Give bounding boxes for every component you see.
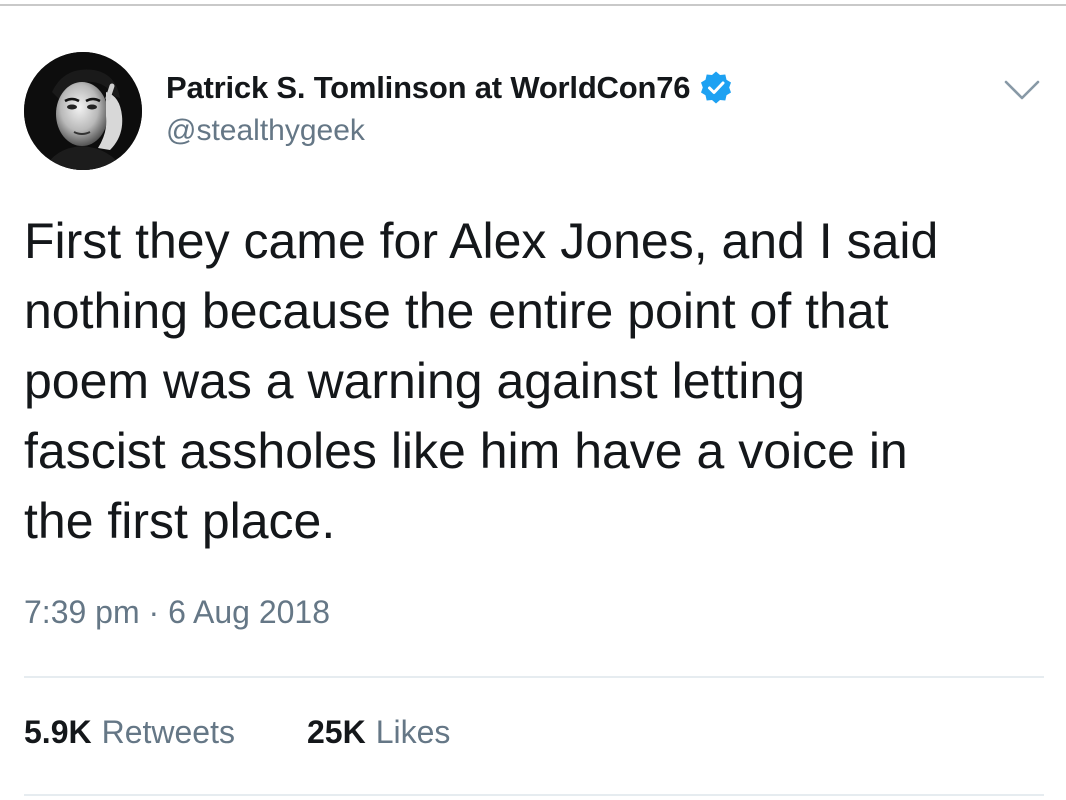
stats-bottom-divider	[24, 794, 1044, 796]
likes-count: 25K	[306, 714, 366, 750]
likes-label: Likes	[375, 714, 451, 750]
tweet-time[interactable]: 7:39 pm	[24, 594, 140, 630]
tweet-date[interactable]: 6 Aug 2018	[168, 594, 330, 630]
meta-separator: ·	[148, 594, 160, 630]
engagement-stats: 5.9K Retweets 25K Likes	[24, 714, 450, 751]
author-name-row[interactable]: Patrick S. Tomlinson at WorldCon76	[166, 68, 734, 108]
retweets-label: Retweets	[101, 714, 235, 750]
verified-badge-icon	[698, 70, 734, 106]
retweets-stat[interactable]: 5.9K Retweets	[24, 714, 235, 751]
tweet-screenshot: Patrick S. Tomlinson at WorldCon76 @stea…	[0, 0, 1066, 800]
likes-stat[interactable]: 25K Likes	[307, 714, 450, 751]
stats-top-divider	[24, 676, 1044, 678]
chevron-down-icon[interactable]	[1002, 74, 1042, 104]
avatar[interactable]	[24, 52, 142, 170]
tweet-text: First they came for Alex Jones, and I sa…	[24, 213, 939, 549]
handle[interactable]: @stealthygeek	[166, 114, 365, 148]
timestamp[interactable]: 7:39 pm · 6 Aug 2018	[24, 594, 330, 631]
display-name[interactable]: Patrick S. Tomlinson at WorldCon76	[166, 70, 691, 106]
retweets-count: 5.9K	[24, 714, 92, 750]
top-divider	[0, 4, 1066, 6]
avatar-image	[24, 52, 142, 170]
